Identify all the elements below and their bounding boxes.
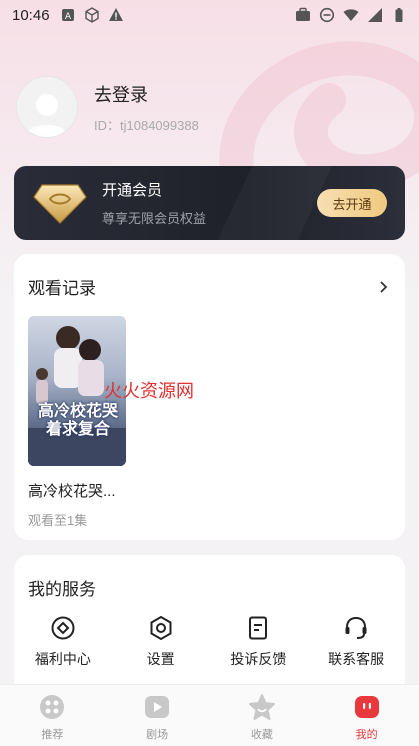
drama-name: 高冷校花哭...: [28, 483, 116, 500]
vip-banner[interactable]: 开通会员 尊享无限会员权益 去开通: [14, 166, 405, 240]
dnd-icon: [319, 7, 335, 23]
nav-theater[interactable]: 剧场: [105, 685, 210, 746]
open-vip-button[interactable]: 去开通: [317, 189, 387, 217]
battery-icon: [395, 8, 403, 22]
service-customer-support[interactable]: 联系客服: [307, 615, 405, 669]
service-label: 联系客服: [328, 651, 385, 667]
my-services-card: 我的服务 福利中心 设置 投诉反馈 联系客服: [14, 555, 405, 695]
settings-icon: [150, 615, 172, 641]
service-label: 福利中心: [34, 651, 91, 667]
service-label: 投诉反馈: [230, 651, 287, 667]
star-icon: [248, 694, 275, 720]
status-time: 10:46: [12, 6, 50, 24]
cube-icon: [84, 7, 99, 23]
warning-icon: [108, 8, 123, 21]
service-settings[interactable]: 设置: [112, 615, 210, 669]
recommend-icon: [40, 695, 65, 719]
watch-history-title: 观看记录: [28, 279, 96, 298]
user-id: ID：tj1084099388: [94, 117, 199, 133]
mine-icon: [354, 696, 379, 718]
briefcase-icon: [296, 7, 310, 21]
gift-center-icon: [51, 616, 75, 640]
my-services-title: 我的服务: [28, 580, 96, 599]
feedback-icon: [249, 616, 268, 640]
drama-progress: 观看至1集: [28, 513, 88, 528]
nav-mine[interactable]: 我的: [314, 685, 419, 746]
nav-favorites[interactable]: 收藏: [210, 685, 315, 746]
status-bar: 10:46 A: [0, 0, 419, 30]
vip-badge-icon: [33, 184, 87, 224]
poster-title: 高冷校花哭着求复合: [37, 401, 118, 438]
chevron-right-icon[interactable]: [377, 280, 391, 294]
history-item[interactable]: 高冷校花哭着求复合 高冷校花哭... 观看至1集: [28, 316, 128, 529]
nav-label: 收藏: [250, 729, 273, 741]
signal-icon: [368, 8, 382, 22]
avatar[interactable]: [16, 76, 78, 138]
service-gift-center[interactable]: 福利中心: [14, 615, 112, 669]
login-link[interactable]: 去登录: [94, 81, 199, 107]
nav-label: 推荐: [41, 729, 64, 741]
nav-label: 我的: [355, 729, 378, 741]
a-icon: A: [61, 9, 74, 22]
watch-history-card: 观看记录 高冷校花哭着求复合 高冷校花哭... 观看至1集 火火资源网: [14, 254, 405, 540]
vip-decoration: [217, 166, 333, 240]
watch-history-header[interactable]: 观看记录: [14, 254, 405, 299]
wifi-icon: [343, 9, 359, 21]
watermark: 火火资源网: [104, 381, 194, 401]
headset-icon: [345, 616, 367, 639]
bottom-navigation: 推荐 剧场 收藏 我的: [0, 684, 419, 746]
nav-recommend[interactable]: 推荐: [0, 685, 105, 746]
vip-title: 开通会员: [102, 182, 163, 199]
service-feedback[interactable]: 投诉反馈: [210, 615, 308, 669]
service-label: 设置: [146, 651, 175, 667]
nav-label: 剧场: [146, 729, 169, 741]
vip-subtitle: 尊享无限会员权益: [102, 211, 207, 226]
profile-section[interactable]: 去登录 ID：tj1084099388: [16, 76, 199, 138]
default-avatar-icon: [26, 94, 68, 137]
svg-text:A: A: [64, 12, 71, 22]
theater-icon: [145, 696, 170, 718]
